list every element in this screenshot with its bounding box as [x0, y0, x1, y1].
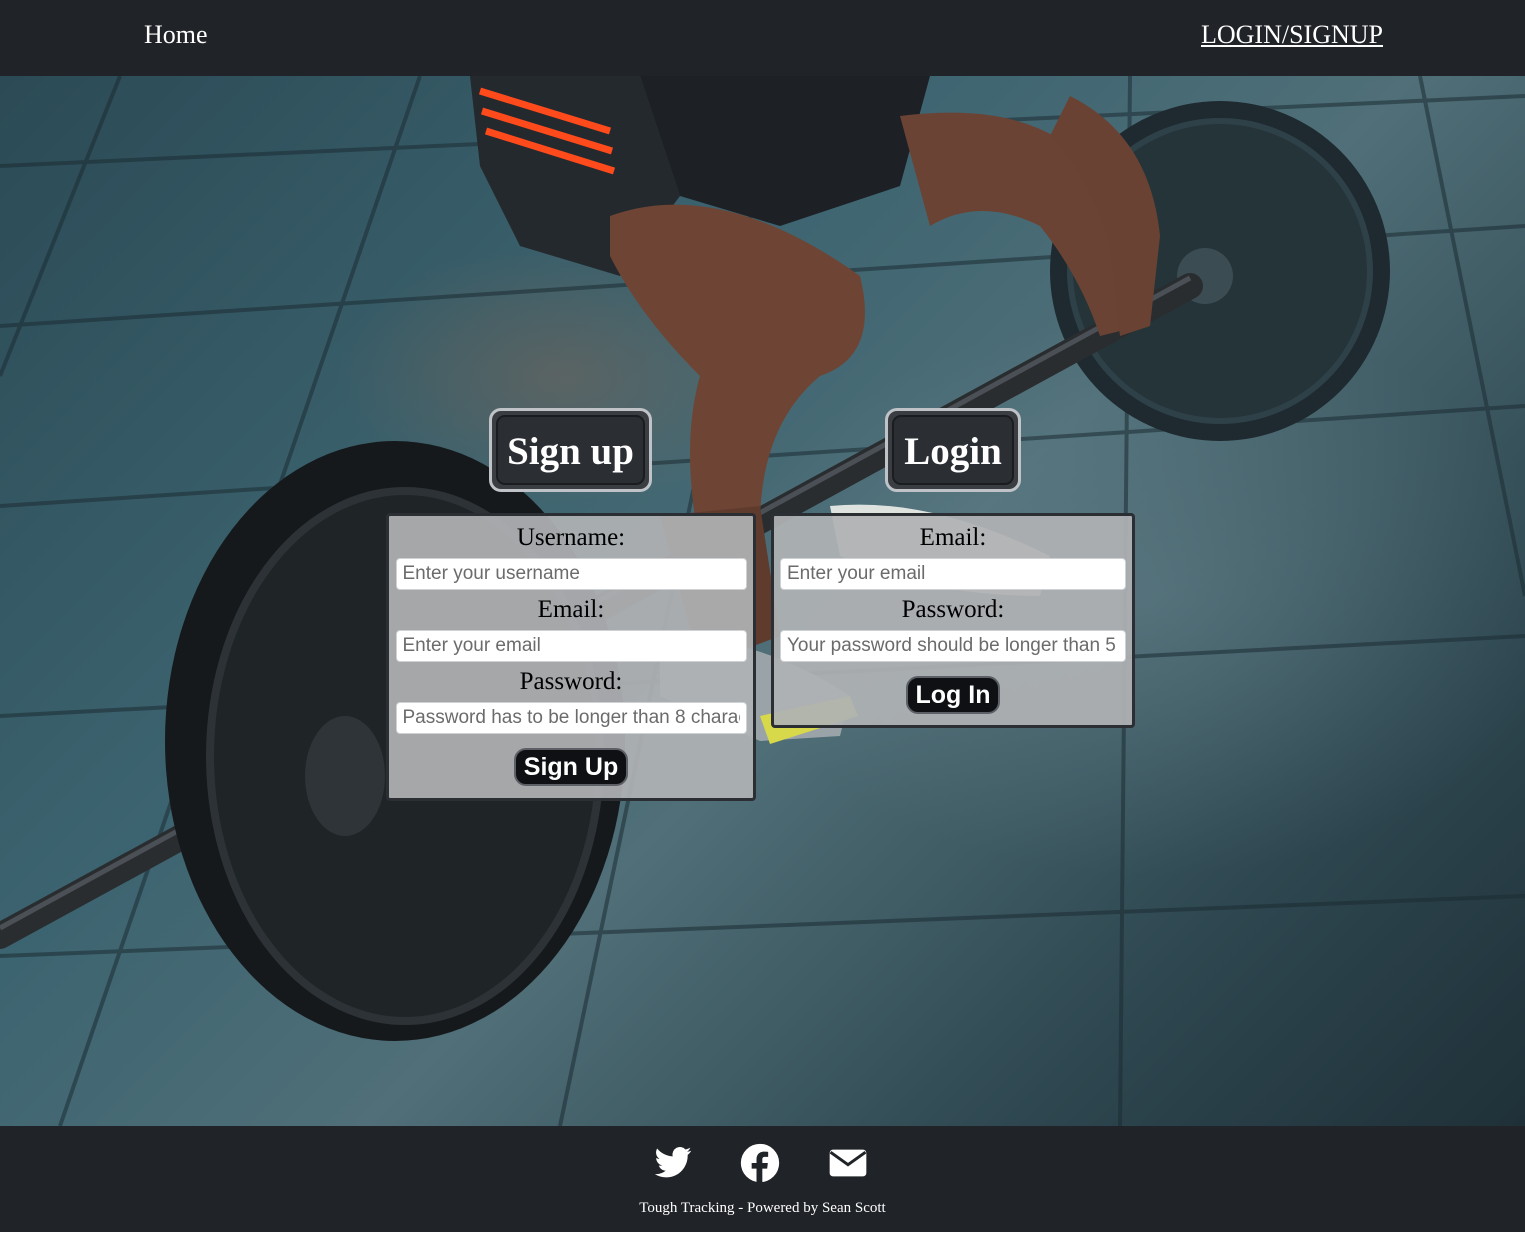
- login-email-label: Email:: [919, 524, 987, 551]
- signup-email-label: Email:: [537, 596, 605, 623]
- login-email-input[interactable]: [780, 558, 1126, 590]
- signup-form: Username: Email: Password: Sign Up: [386, 513, 756, 801]
- signup-title: Sign up: [496, 415, 645, 485]
- twitter-icon[interactable]: [653, 1143, 693, 1183]
- bottom-strip: [0, 1232, 1525, 1236]
- navbar: Home LOGIN/SIGNUP: [0, 0, 1525, 76]
- signup-password-label: Password:: [519, 668, 623, 695]
- login-password-label: Password:: [901, 596, 1005, 623]
- footer-credit: Tough Tracking - Powered by Sean Scott: [639, 1200, 886, 1216]
- gym-deadlift-illustration: [0, 76, 1525, 1126]
- envelope-icon[interactable]: [828, 1143, 868, 1183]
- login-title-box: Login: [885, 408, 1021, 492]
- login-form: Email: Password: Log In: [771, 513, 1135, 728]
- login-password-input[interactable]: [780, 630, 1126, 662]
- page: Home LOGIN/SIGNUP Sign up Login Username…: [0, 0, 1525, 1236]
- hero-background-image: Sign up Login Username: Email: Password:…: [0, 76, 1525, 1126]
- signup-title-box: Sign up: [489, 408, 652, 492]
- nav-home-link[interactable]: Home: [144, 20, 208, 50]
- signup-password-input[interactable]: [395, 702, 747, 734]
- facebook-icon[interactable]: [740, 1143, 780, 1183]
- login-title: Login: [892, 415, 1014, 485]
- signup-username-input[interactable]: [395, 558, 747, 590]
- signup-username-label: Username:: [516, 524, 626, 551]
- nav-login-signup-link[interactable]: LOGIN/SIGNUP: [1201, 20, 1383, 50]
- signup-email-input[interactable]: [395, 630, 747, 662]
- login-submit-button[interactable]: Log In: [905, 676, 1001, 714]
- footer: Tough Tracking - Powered by Sean Scott: [0, 1126, 1525, 1232]
- signup-submit-button[interactable]: Sign Up: [513, 748, 629, 786]
